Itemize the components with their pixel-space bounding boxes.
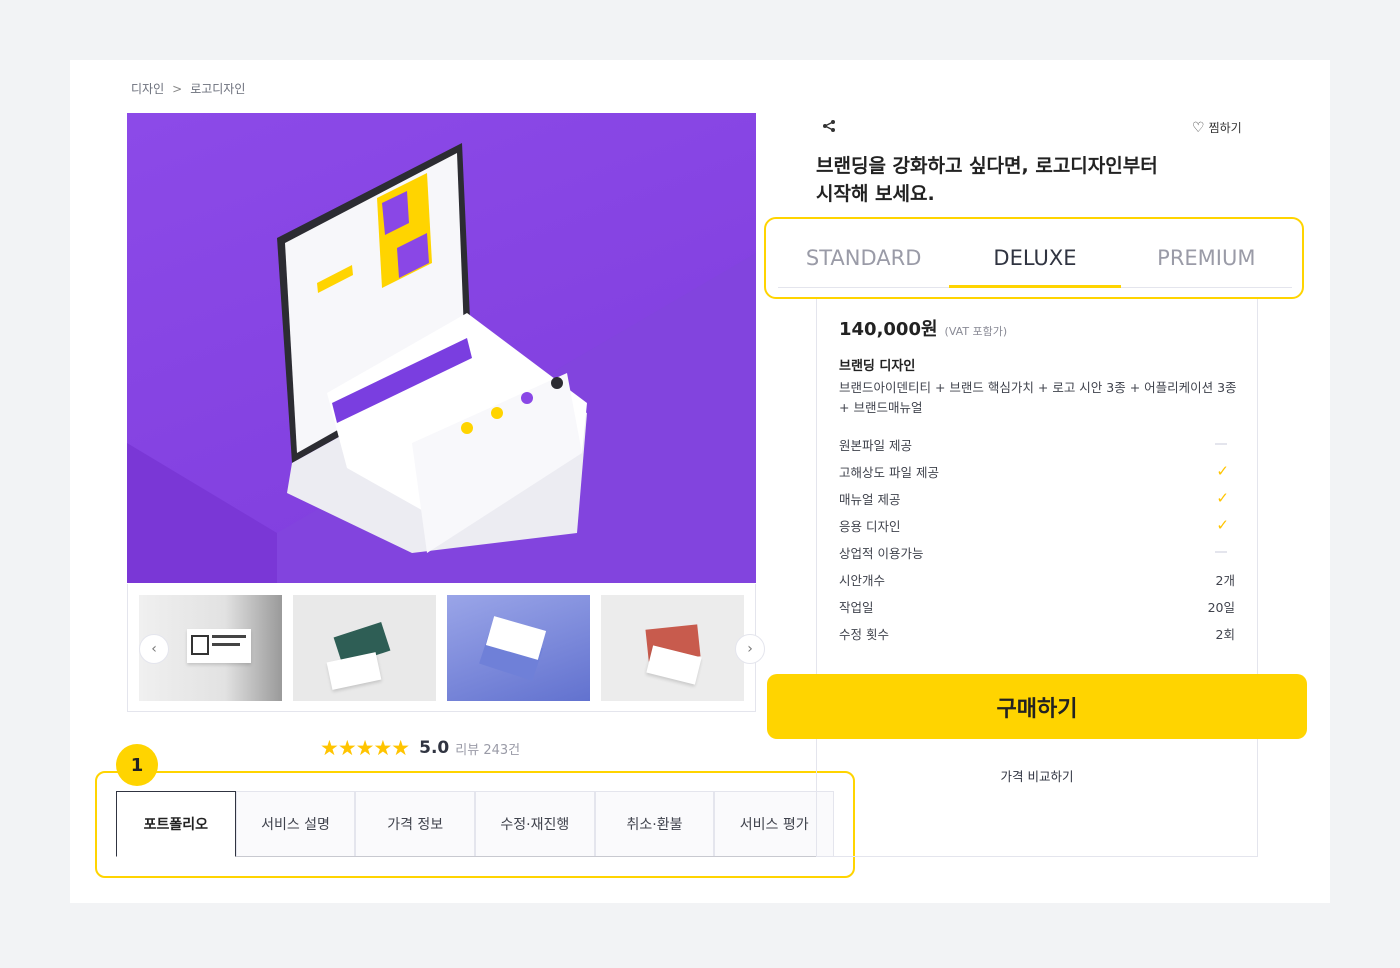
check-icon: ✓	[1216, 516, 1229, 534]
favorite-button[interactable]: ♡ 찜하기	[1192, 119, 1242, 136]
buy-button[interactable]: 구매하기	[767, 674, 1307, 739]
package-tab-deluxe[interactable]: DELUXE	[949, 228, 1121, 288]
tab-service-description[interactable]: 서비스 설명	[235, 791, 356, 856]
rating-summary: ★★★★★ 5.0 리뷰 243건	[320, 736, 520, 760]
detail-tabs: 포트폴리오 서비스 설명 가격 정보 수정·재진행 취소·환불 서비스 평가	[116, 791, 835, 857]
feature-value: 20일	[1207, 599, 1235, 615]
breadcrumb-separator: >	[172, 81, 183, 96]
tab-portfolio[interactable]: 포트폴리오	[116, 791, 236, 857]
package-tabs: STANDARD DELUXE PREMIUM	[778, 228, 1292, 288]
thumbnail-business-card-blue[interactable]	[447, 595, 590, 701]
price-amount: 140,000원	[839, 319, 938, 340]
heart-icon: ♡	[1192, 119, 1205, 136]
dash-icon	[1215, 551, 1227, 553]
feature-label: 원본파일 제공	[839, 437, 912, 453]
feature-row: 응용 디자인 ✓	[839, 515, 1235, 535]
breadcrumb-current[interactable]: 로고디자인	[190, 80, 245, 97]
feature-row: 상업적 이용가능	[839, 542, 1235, 562]
feature-row: 매뉴얼 제공 ✓	[839, 488, 1235, 508]
feature-label: 고해상도 파일 제공	[839, 464, 939, 480]
feature-row: 고해상도 파일 제공 ✓	[839, 461, 1235, 481]
main-product-image[interactable]	[127, 113, 756, 583]
compare-price-link[interactable]: 가격 비교하기	[816, 766, 1258, 785]
tab-price-info[interactable]: 가격 정보	[355, 791, 476, 856]
share-icon	[823, 120, 835, 132]
dash-icon	[1215, 443, 1227, 445]
feature-row: 시안개수 2개	[839, 569, 1235, 589]
feature-label: 작업일	[839, 599, 874, 615]
feature-label: 상업적 이용가능	[839, 545, 924, 561]
favorite-label: 찜하기	[1208, 121, 1242, 135]
feature-row: 원본파일 제공	[839, 434, 1235, 454]
product-title: 브랜딩을 강화하고 싶다면, 로고디자인부터 시작해 보세요.	[816, 155, 1158, 205]
share-button[interactable]	[822, 119, 836, 137]
tab-revision[interactable]: 수정·재진행	[475, 791, 595, 856]
package-name: 브랜딩 디자인	[839, 359, 916, 374]
feature-value: 2개	[1215, 572, 1235, 588]
rating-score: 5.0	[419, 738, 450, 758]
thumbnail-prev-button[interactable]: ‹	[139, 634, 169, 664]
feature-row: 수정 횟수 2회	[839, 623, 1235, 643]
price-vat-note: (VAT 포함가)	[944, 325, 1008, 338]
feature-label: 수정 횟수	[839, 626, 889, 642]
step-badge: 1	[116, 744, 158, 786]
chevron-left-icon: ‹	[151, 641, 157, 657]
feature-label: 시안개수	[839, 572, 886, 588]
feature-value: 2회	[1215, 626, 1235, 642]
thumbnail-business-card-red[interactable]	[601, 595, 744, 701]
review-count[interactable]: 리뷰 243건	[455, 739, 520, 758]
package-tab-premium[interactable]: PREMIUM	[1121, 228, 1292, 287]
feature-label: 매뉴얼 제공	[839, 491, 901, 507]
feature-row: 작업일 20일	[839, 596, 1235, 616]
thumbnail-next-button[interactable]: ›	[735, 634, 765, 664]
check-icon: ✓	[1216, 462, 1229, 480]
star-rating-icon: ★★★★★	[320, 736, 410, 760]
chevron-right-icon: ›	[747, 641, 753, 657]
thumbnail-business-card-green[interactable]	[293, 595, 436, 701]
tab-cancel-refund[interactable]: 취소·환불	[594, 791, 715, 856]
package-tab-standard[interactable]: STANDARD	[778, 228, 949, 287]
breadcrumb: 디자인 > 로고디자인	[131, 80, 245, 97]
feature-label: 응용 디자인	[839, 518, 901, 534]
breadcrumb-root[interactable]: 디자인	[131, 80, 164, 97]
package-description: 브랜드아이덴티티 + 브랜드 핵심가치 + 로고 시안 3종 + 어플리케이션 …	[839, 380, 1237, 415]
package-price: 140,000원 (VAT 포함가)	[839, 315, 1007, 341]
check-icon: ✓	[1216, 489, 1229, 507]
thumbnail-strip: ‹ ›	[127, 584, 765, 712]
